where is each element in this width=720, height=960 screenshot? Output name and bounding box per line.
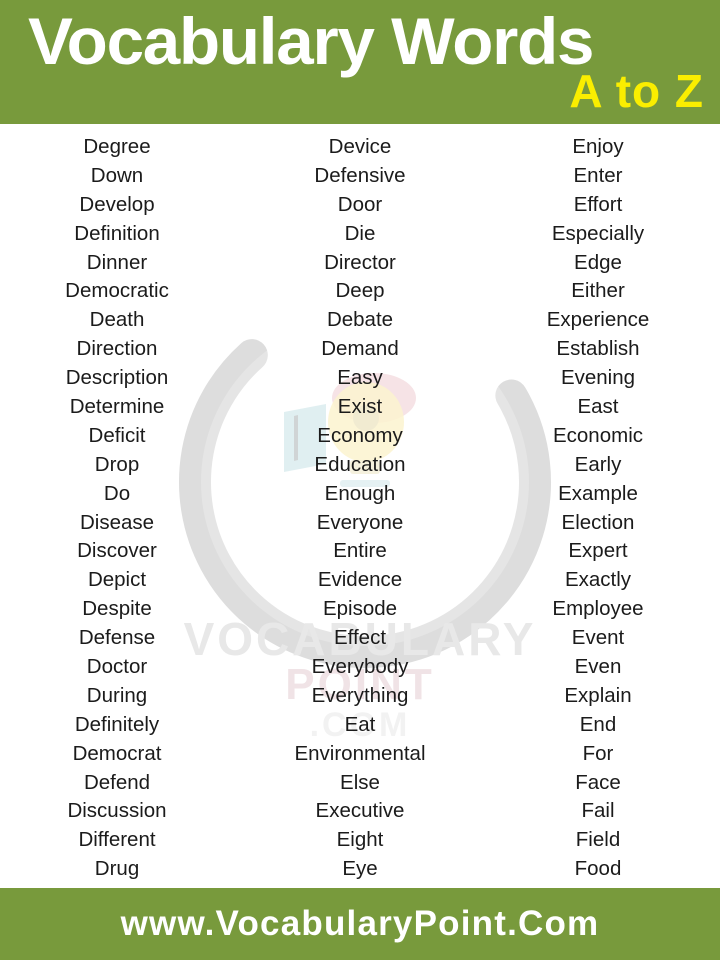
word-item: Device <box>328 135 392 158</box>
word-item: Eight <box>336 828 384 852</box>
word-item: Drop <box>94 452 140 476</box>
word-item: Discussion <box>67 799 167 823</box>
word-item: Dinner <box>86 250 148 274</box>
word-item: Economic <box>552 423 643 447</box>
word-item: End <box>579 712 617 736</box>
word-item: Disease <box>79 510 155 534</box>
word-item: Doctor <box>86 655 148 679</box>
word-item: Direction <box>76 337 158 361</box>
footer-bar: www.VocabularyPoint.Com <box>0 888 720 960</box>
word-item: Election <box>561 510 635 534</box>
word-item: Else <box>340 770 380 794</box>
word-item: Effect <box>333 626 387 650</box>
word-item: Even <box>574 655 622 679</box>
word-item: Director <box>324 250 396 274</box>
word-item: Economy <box>317 423 403 447</box>
word-item: Education <box>314 452 406 476</box>
word-item: Fail <box>581 799 615 823</box>
word-item: Edge <box>574 250 622 274</box>
word-item: Entire <box>333 539 387 563</box>
word-item: Down <box>90 163 144 187</box>
word-item: Expert <box>568 539 628 563</box>
word-item: Field <box>575 828 621 852</box>
word-item: Experience <box>546 308 650 332</box>
word-item: Eye <box>342 857 378 881</box>
word-item: Definitely <box>74 712 160 736</box>
word-item: Everything <box>311 683 409 707</box>
word-item: Environmental <box>294 741 426 765</box>
word-item: Either <box>571 279 625 303</box>
word-item: During <box>86 683 148 707</box>
word-item: Enough <box>324 481 396 505</box>
word-item: Debate <box>326 308 394 332</box>
word-item: Evidence <box>317 568 403 592</box>
word-item: Depict <box>87 568 147 592</box>
word-item: Determine <box>69 395 165 419</box>
word-item: Easy <box>337 366 383 390</box>
word-item: Democrat <box>72 741 162 765</box>
word-item: For <box>582 741 614 765</box>
word-item: Defensive <box>314 163 406 187</box>
word-item: Degree <box>83 135 151 158</box>
word-item: Establish <box>556 337 640 361</box>
word-item: Explain <box>564 683 632 707</box>
word-item: Drug <box>94 857 140 881</box>
word-item: Deficit <box>88 423 146 447</box>
word-item: Definition <box>74 221 160 245</box>
word-item: Event <box>571 626 625 650</box>
word-item: Effort <box>573 192 623 216</box>
word-column-1: Degree Down Develop Definition Dinner Democra… <box>0 124 237 888</box>
word-item: Episode <box>322 597 398 621</box>
word-item: Deep <box>335 279 385 303</box>
website-url: www.VocabularyPoint.Com <box>120 904 600 943</box>
page-subtitle: A to Z <box>569 65 704 117</box>
page-title: Vocabulary Words <box>28 4 594 78</box>
word-item: Exactly <box>564 568 632 592</box>
word-item: Everyone <box>316 510 404 534</box>
word-item: Develop <box>79 192 155 216</box>
word-item: Enjoy <box>572 135 624 158</box>
word-columns: Degree Down Develop Definition Dinner Democra… <box>0 124 720 888</box>
word-item: Die <box>344 221 376 245</box>
word-item: Employee <box>552 597 644 621</box>
word-item: Executive <box>315 799 405 823</box>
word-item: Everybody <box>311 655 409 679</box>
word-item: Description <box>65 366 169 390</box>
word-item: Exist <box>337 395 383 419</box>
word-item: Defend <box>83 770 151 794</box>
word-item: Food <box>574 857 622 881</box>
word-item: Despite <box>82 597 152 621</box>
word-item: Door <box>337 192 383 216</box>
word-item: East <box>577 395 619 419</box>
word-item: Different <box>78 828 156 852</box>
word-item: Enter <box>573 163 623 187</box>
word-item: Evening <box>560 366 636 390</box>
word-column-3: Enjoy Enter Effort Especially Edge Either Expe… <box>478 124 718 888</box>
word-item: Eat <box>344 712 376 736</box>
word-item: Discover <box>77 539 157 563</box>
word-item: Death <box>89 308 145 332</box>
word-item: Example <box>558 481 638 505</box>
header-bar: Vocabulary Words A to Z <box>0 0 720 124</box>
word-item: Democratic <box>65 279 169 303</box>
word-item: Especially <box>551 221 645 245</box>
word-item: Early <box>574 452 622 476</box>
word-column-2: Device Defensive Door Die Director Deep Debate… <box>240 124 480 888</box>
word-item: Defense <box>78 626 156 650</box>
word-item: Face <box>575 770 621 794</box>
word-item: Do <box>103 481 131 505</box>
word-item: Demand <box>321 337 399 361</box>
vocabulary-poster: VOCABULARY POINT .COM Vocabulary Words A… <box>0 0 720 960</box>
